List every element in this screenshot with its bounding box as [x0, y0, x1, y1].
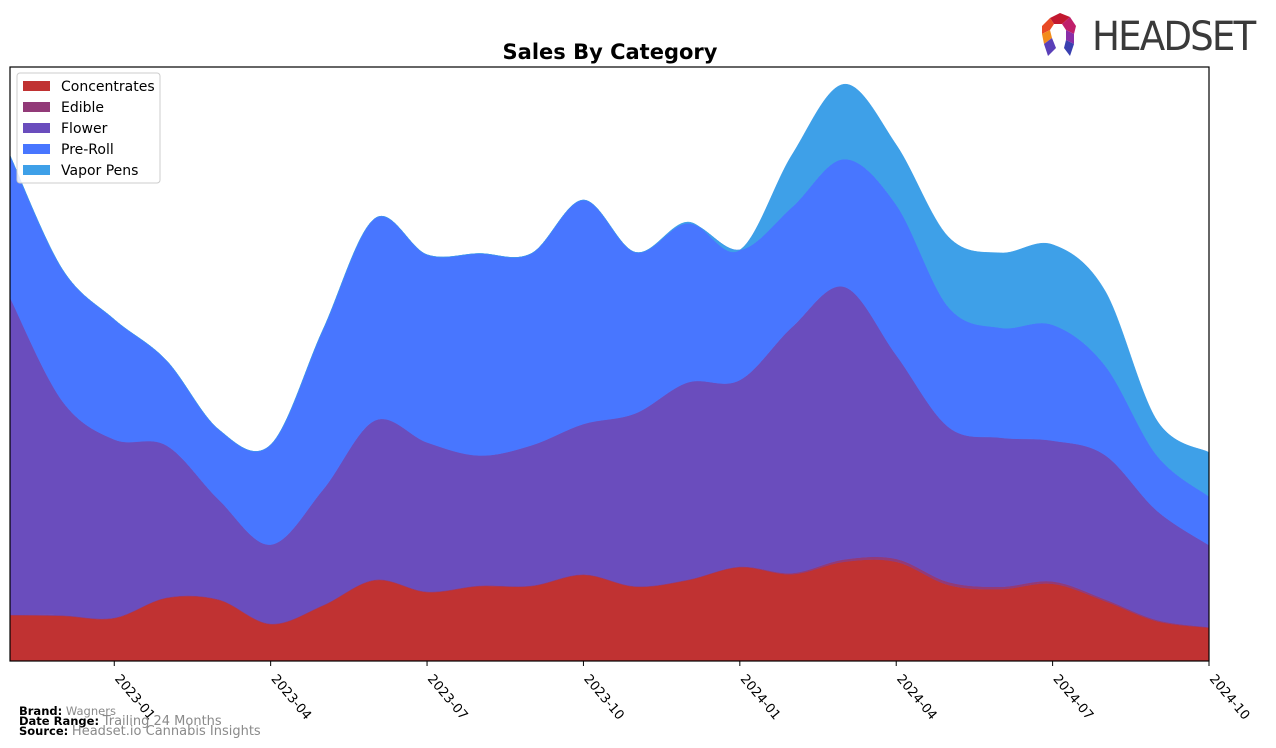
headset-logo-text: HEADSET — [1092, 14, 1256, 60]
legend-swatch-pre-roll — [23, 144, 50, 154]
legend: Concentrates Edible Flower Pre-Roll Vapor Pe… — [16, 72, 161, 184]
area-layers — [9, 83, 1210, 662]
x-tick-label: 2024-10 — [1206, 672, 1252, 723]
headset-logo-icon — [1042, 13, 1076, 56]
x-tick-label: 2023-04 — [268, 672, 314, 723]
x-tick-label: 2023-10 — [580, 672, 626, 723]
x-axis: 2023-01 2023-04 2023-07 2023-10 2024-01 2024-… — [111, 661, 1252, 723]
source-label: Source: — [19, 724, 69, 738]
sales-by-category-chart: Sales By Category 2023-01 2023-04 2023-07 2… — [9, 40, 1252, 723]
x-tick-label: 2024-01 — [737, 672, 783, 723]
legend-swatch-edible — [23, 102, 50, 112]
x-tick-label: 2024-04 — [893, 672, 939, 723]
legend-swatch-flower — [23, 123, 50, 133]
x-tick-label: 2023-07 — [424, 672, 470, 723]
legend-swatch-concentrates — [23, 81, 50, 91]
headset-logo: HEADSET — [1036, 12, 1266, 64]
source-value: Headset.io Cannabis Insights — [71, 724, 261, 739]
legend-label-pre-roll: Pre-Roll — [61, 142, 114, 158]
footer-source: Source: Headset.io Cannabis Insights — [19, 724, 261, 739]
legend-label-edible: Edible — [61, 100, 104, 116]
legend-swatch-vapor-pens — [23, 165, 50, 175]
chart-title: Sales By Category — [503, 40, 718, 64]
x-tick-label: 2024-07 — [1050, 672, 1096, 723]
legend-label-vapor-pens: Vapor Pens — [61, 163, 138, 179]
legend-label-flower: Flower — [61, 121, 108, 137]
legend-label-concentrates: Concentrates — [61, 79, 155, 95]
